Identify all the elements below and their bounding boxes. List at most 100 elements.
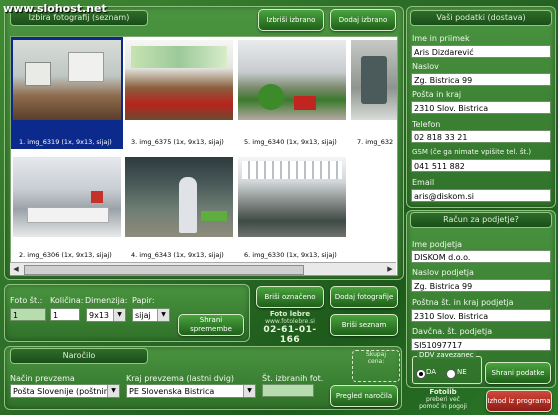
company-name-field[interactable]: DISKOM d.o.o. xyxy=(411,250,551,263)
quantity-field[interactable]: 1 xyxy=(50,308,80,321)
dimension-value: 9x13 xyxy=(89,311,110,320)
paper-label: Papir: xyxy=(132,296,155,305)
info-help[interactable]: pomoč in pogoji xyxy=(410,403,476,410)
paper-value: sijaj xyxy=(135,311,151,320)
total-price-label-1: Skupaj xyxy=(365,351,387,358)
company-header: Račun za podjetje? xyxy=(410,212,552,228)
exit-program-button[interactable]: Izhod iz programa xyxy=(486,390,552,412)
promo-title: Foto lebre xyxy=(269,310,311,318)
thumb-image-7[interactable] xyxy=(351,40,397,120)
delivery-method-value: Pošta Slovenije (poštnina) xyxy=(13,387,117,396)
company-address-label: Naslov podjetja xyxy=(412,268,474,277)
promo-block: Foto lebre www.fotolebre.si 02-61-01-166 xyxy=(254,310,326,345)
info-title: Fotolib xyxy=(429,388,457,396)
scroll-thumb[interactable] xyxy=(24,265,304,275)
thumb-caption-5: 5. img_6340 (1x, 9x13, sijaj) xyxy=(244,138,337,146)
dimension-label: Dimenzija: xyxy=(85,296,128,305)
paper-select[interactable]: sijaj ▼ xyxy=(132,308,170,322)
thumb-caption-6: 6. img_6330 (1x, 9x13, sijaj) xyxy=(244,251,337,259)
company-name-label: Ime podjetja xyxy=(412,240,463,249)
chevron-down-icon[interactable]: ▼ xyxy=(107,385,119,397)
tax-number-label: Davčna. št. podjetja xyxy=(412,327,493,336)
delivery-method-label: Način prevzema xyxy=(10,374,75,383)
post-label: Pošta in kraj xyxy=(412,90,462,99)
review-order-button[interactable]: Pregled naročila xyxy=(330,385,398,407)
thumb-image-4[interactable] xyxy=(125,157,233,237)
add-selected-photos-button[interactable]: Dodaj izbrano xyxy=(330,9,396,31)
promo-phone: 02-61-01-166 xyxy=(263,325,317,345)
thumb-caption-7: 7. img_632 xyxy=(357,138,394,146)
post-field[interactable]: 2310 Slov. Bistrica xyxy=(411,101,551,114)
email-label: Email xyxy=(412,178,435,187)
red-chair-shape xyxy=(294,96,316,110)
phone-field[interactable]: 02 818 33 21 xyxy=(411,130,551,143)
chevron-down-icon[interactable]: ▼ xyxy=(157,309,169,321)
gsm-field[interactable]: 041 511 882 xyxy=(411,159,551,172)
vat-no-label: NE xyxy=(457,368,467,376)
name-label: Ime in priimek xyxy=(412,34,470,43)
address-label: Naslov xyxy=(412,62,439,71)
customer-header: Vaši podatki (dostava) xyxy=(410,10,552,26)
address-field[interactable]: Zg. Bistrica 99 xyxy=(411,73,551,86)
quantity-label: Količina: xyxy=(50,296,84,305)
photo-number-field: 1 xyxy=(10,308,46,321)
thumb-image-2[interactable] xyxy=(13,157,121,237)
company-address-field[interactable]: Zg. Bistrica 99 xyxy=(411,279,551,292)
selected-count-field xyxy=(262,384,314,397)
app-window: www.slohost.net Izbira fotografij (sezna… xyxy=(0,0,558,415)
pickup-place-value: PE Slovenska Bistrica xyxy=(129,387,215,396)
delivery-method-select[interactable]: Pošta Slovenije (poštnina) ▼ xyxy=(10,384,120,398)
vat-yes-label: DA xyxy=(426,368,437,376)
green-sign-shape xyxy=(201,211,227,221)
tax-number-field[interactable]: SI51097717 xyxy=(411,338,551,351)
total-price-box: Skupaj cena: xyxy=(352,350,400,382)
scroll-left-arrow[interactable]: ◀ xyxy=(11,264,21,274)
save-changes-button[interactable]: Shrani spremembe xyxy=(178,314,244,336)
person-shape xyxy=(179,177,197,233)
watermark: www.slohost.net xyxy=(3,2,107,15)
thumb-image-6[interactable] xyxy=(238,157,346,237)
machine-shape xyxy=(361,56,387,104)
remove-selected-button[interactable]: Briši označeno xyxy=(256,286,324,308)
delete-selected-photos-button[interactable]: Izbriši izbrano xyxy=(258,9,324,31)
gallery-scrollbar[interactable]: ◀ ▶ xyxy=(10,262,396,275)
info-readmore[interactable]: preberi več xyxy=(410,396,476,403)
chevron-down-icon[interactable]: ▼ xyxy=(113,309,125,321)
computer-monitor-shape xyxy=(25,62,51,86)
windows-shape xyxy=(131,46,227,68)
name-field[interactable]: Aris Dizdarević xyxy=(411,45,551,58)
pickup-place-label: Kraj prevzema (lastni dvig) xyxy=(126,374,235,383)
company-post-label: Poštna št. in kraj podjetja xyxy=(412,298,514,307)
desk-shape xyxy=(27,207,109,223)
printer-shape xyxy=(68,52,104,82)
thumb-image-3[interactable] xyxy=(125,40,233,120)
email-field[interactable]: aris@diskom.si xyxy=(411,189,551,202)
selected-count-label: Št. izbranih fot. xyxy=(262,374,324,383)
total-price-label-2: cena: xyxy=(367,358,385,365)
thumb-image-1[interactable] xyxy=(13,40,121,120)
phone-label: Telefon xyxy=(412,120,441,129)
order-header: Naročilo xyxy=(10,348,148,364)
save-data-button[interactable]: Shrani podatke xyxy=(485,362,551,384)
vat-no-radio[interactable] xyxy=(446,369,456,379)
clear-list-button[interactable]: Briši seznam xyxy=(330,314,398,336)
vat-label: DDV zavezanec xyxy=(417,351,476,359)
photo-gallery[interactable]: 1. img_6319 (1x, 9x13, sijaj) 3. img_637… xyxy=(10,36,398,276)
thumb-caption-4: 4. img_6343 (1x, 9x13, sijaj) xyxy=(131,251,224,259)
chevron-down-icon[interactable]: ▼ xyxy=(243,385,255,397)
thumb-caption-1: 1. img_6319 (1x, 9x13, sijaj) xyxy=(19,138,112,146)
company-post-field[interactable]: 2310 Slov. Bistrica xyxy=(411,309,551,322)
red-accent-shape xyxy=(91,191,103,203)
vat-yes-radio[interactable] xyxy=(416,369,426,379)
dimension-select[interactable]: 9x13 ▼ xyxy=(86,308,126,322)
promo-url: www.fotolebre.si xyxy=(265,318,315,325)
add-photos-button[interactable]: Dodaj fotografije xyxy=(330,286,398,308)
pickup-place-select[interactable]: PE Slovenska Bistrica ▼ xyxy=(126,384,256,398)
gsm-label: GSM (če ga nimate vpišite tel. št.) xyxy=(412,148,532,156)
thumb-image-5[interactable] xyxy=(238,40,346,120)
info-block[interactable]: Fotolib preberi več pomoč in pogoji xyxy=(410,388,476,413)
scroll-right-arrow[interactable]: ▶ xyxy=(385,264,395,274)
thumb-caption-3: 3. img_6375 (1x, 9x13, sijaj) xyxy=(131,138,224,146)
roof-shape xyxy=(242,161,342,179)
plant-shape xyxy=(258,84,284,110)
